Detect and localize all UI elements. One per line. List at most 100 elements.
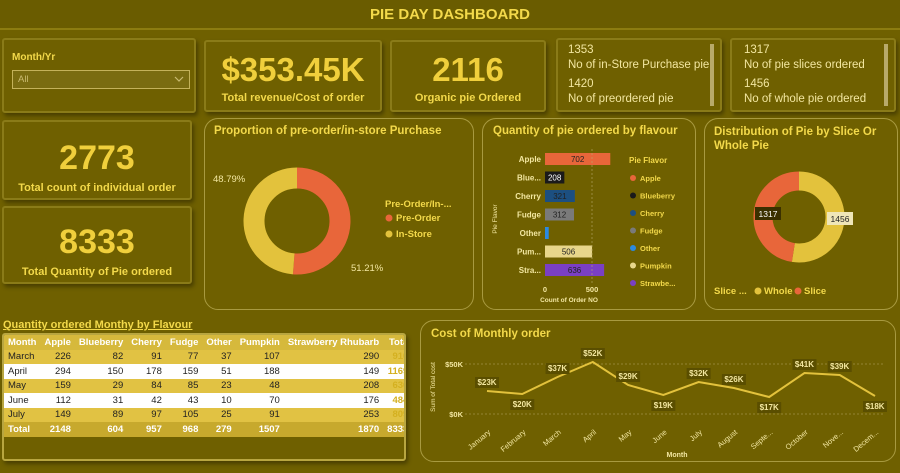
scrollbar[interactable] xyxy=(884,44,888,106)
table-header-row: Month Apple Blueberry Cherry Fudge Other Pumpk… xyxy=(4,335,404,350)
data-label: $41K xyxy=(795,360,814,369)
data-label: 702 xyxy=(571,155,585,164)
table-cell: 91 xyxy=(151,351,162,363)
x-tick: Decem... xyxy=(852,428,881,454)
organic-card: 2116 Organic pie Ordered xyxy=(390,40,546,112)
table-cell: 290 xyxy=(363,351,380,363)
table-cell: 82 xyxy=(112,351,124,363)
column-header[interactable]: Other xyxy=(202,335,235,350)
table-cell: March xyxy=(8,351,35,363)
legend-marker xyxy=(630,192,636,199)
table-cell: 85 xyxy=(187,380,199,392)
quantity-label: Total Quantity of Pie ordered xyxy=(21,266,173,278)
table-cell: 178 xyxy=(146,365,162,377)
column-header[interactable]: Strawberry Rhubarb xyxy=(284,335,383,350)
chart-title: Quantity of pie ordered by flavour xyxy=(493,125,678,137)
stat-whole-num: 1456 xyxy=(744,78,770,90)
legend-marker xyxy=(754,287,762,295)
x-tick: February xyxy=(499,427,528,453)
table-cell: 159 xyxy=(182,365,199,377)
month-filter-card: Month/Yr All xyxy=(2,38,196,113)
stat-preorder-num: 1420 xyxy=(568,78,594,90)
table-cell: 968 xyxy=(182,423,199,435)
table-cell: 31 xyxy=(112,394,124,406)
table-cell: 29 xyxy=(112,380,124,392)
flavour-table-card: Month Apple Blueberry Cherry Fudge Other Pumpk… xyxy=(2,333,406,461)
organic-value: 2116 xyxy=(432,51,504,88)
x-tick: April xyxy=(581,427,599,444)
data-label: 636 xyxy=(568,266,582,275)
scrollbar[interactable] xyxy=(710,44,714,106)
table-row: June 112 31 42 43 10 70 176 484 xyxy=(4,393,404,408)
data-label: $18K xyxy=(865,402,884,411)
y-axis-label: Sum of Total cost xyxy=(430,362,437,412)
table-cell: 107 xyxy=(263,351,280,363)
x-tick: October xyxy=(784,427,811,451)
data-label: 208 xyxy=(548,174,562,183)
legend-item: Apple xyxy=(640,174,661,183)
legend-item: Pre-Order xyxy=(396,213,441,224)
table-cell: 208 xyxy=(363,380,380,392)
table-cell: 51 xyxy=(221,365,232,377)
table-cell: 70 xyxy=(269,394,280,406)
legend-item: Pumpkin xyxy=(640,262,672,271)
orders-card: 2773 Total count of individual order xyxy=(2,120,192,200)
y-axis-label: Pie Flavor xyxy=(492,204,499,234)
x-tick: January xyxy=(466,427,492,451)
legend-marker xyxy=(630,227,636,234)
data-label: $32K xyxy=(689,369,708,378)
legend-marker xyxy=(630,280,636,286)
chart-title: Distribution of Pie by Slice Or Whole Pi… xyxy=(714,126,877,152)
column-header[interactable]: Blueberry xyxy=(75,335,127,350)
tick-label: Stra... xyxy=(519,266,541,275)
legend-item: Whole xyxy=(764,286,793,297)
x-tick: 0 xyxy=(543,285,547,294)
legend-marker xyxy=(630,262,636,269)
legend-item: Blueberry xyxy=(640,192,676,201)
dashboard-title: PIE DAY DASHBOARD xyxy=(0,0,900,30)
table-cell: 294 xyxy=(55,365,71,377)
data-label: $19K xyxy=(654,401,673,410)
legend-marker xyxy=(385,214,393,222)
table-cell: 8333 xyxy=(387,423,404,435)
tick-label: Fudge xyxy=(517,211,542,220)
table-cell: 150 xyxy=(107,365,124,377)
column-header[interactable]: Pumpkin xyxy=(236,335,284,350)
legend-marker xyxy=(630,210,636,216)
legend-title: Pie Flavor xyxy=(629,156,667,165)
table-cell: 176 xyxy=(363,394,380,406)
column-header[interactable]: Tota xyxy=(383,335,404,350)
column-header[interactable]: Apple xyxy=(41,335,75,350)
table-cell: 89 xyxy=(112,409,124,421)
table-title: Quantity ordered Monthy by Flavour xyxy=(3,319,193,331)
table-cell: 2148 xyxy=(49,423,71,435)
x-tick: 500 xyxy=(586,285,599,294)
tick-label: Apple xyxy=(519,155,542,164)
x-tick: Septe... xyxy=(749,428,775,452)
table-total-row: Total 2148 604 957 968 279 1507 1870 8333 xyxy=(4,422,404,437)
y-tick: $0K xyxy=(449,410,463,419)
revenue-card: $353.45K Total revenue/Cost of order xyxy=(204,40,382,112)
flavour-table: Month Apple Blueberry Cherry Fudge Other Pumpk… xyxy=(4,335,404,437)
table-row: May 159 29 84 85 23 48 208 636 xyxy=(4,378,404,393)
tick-label: Cherry xyxy=(515,192,541,201)
column-header[interactable]: Month xyxy=(4,335,41,350)
tick-label: Blue... xyxy=(517,174,541,183)
table-cell: 25 xyxy=(221,409,232,421)
month-dropdown[interactable]: All xyxy=(12,70,190,89)
stat-instore-num: 1353 xyxy=(568,44,594,56)
preorder-instore-chart-card: Proportion of pre-order/in-store Purchas… xyxy=(204,118,474,310)
table-cell: 48 xyxy=(269,380,280,392)
legend-title: Slice ... xyxy=(714,286,747,297)
column-header[interactable]: Cherry xyxy=(127,335,166,350)
filter-label: Month/Yr xyxy=(12,52,56,63)
table-cell: April xyxy=(8,365,28,377)
column-header[interactable]: Fudge xyxy=(166,335,203,350)
stat-whole-text: No of whole pie ordered xyxy=(744,93,867,105)
table-cell: 636 xyxy=(392,380,404,392)
table-cell: 809 xyxy=(392,409,404,421)
table-cell: 23 xyxy=(221,380,232,392)
preorder-donut-chart: 51.21% 48.79% Pre-Order/In-... Pre-Order In-… xyxy=(213,167,452,275)
data-label: $26K xyxy=(724,375,743,384)
table-cell: 149 xyxy=(55,409,71,421)
